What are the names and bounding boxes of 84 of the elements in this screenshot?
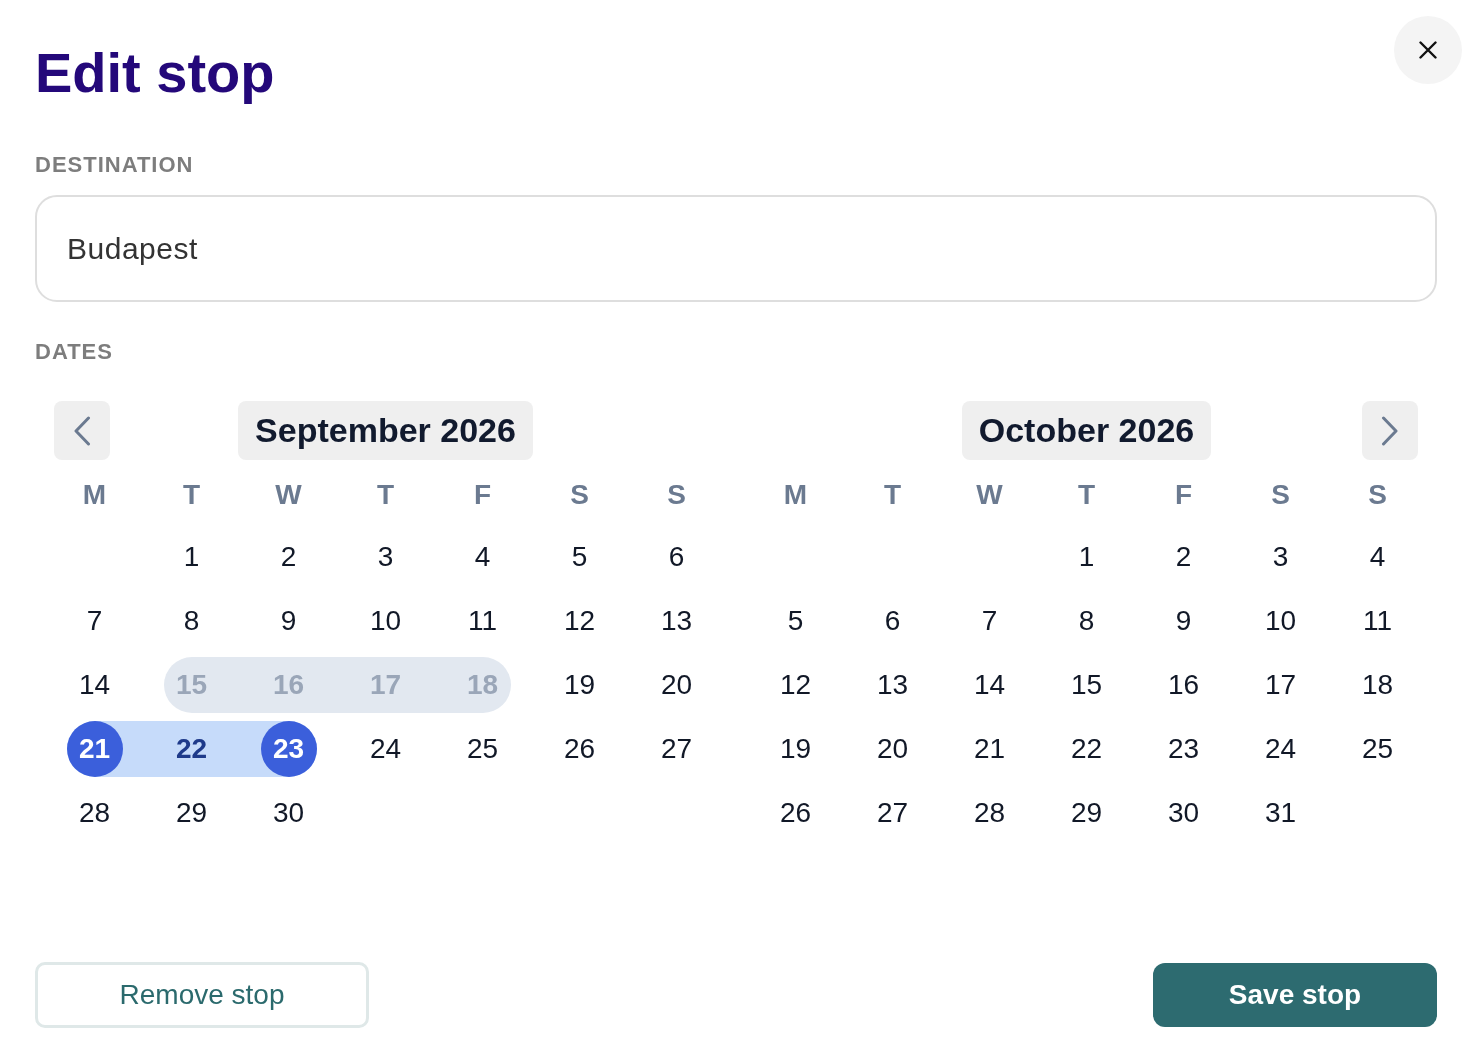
calendar-day[interactable]: 5 <box>767 593 824 649</box>
weekday-label: T <box>883 478 902 512</box>
calendar-day[interactable]: 9 <box>260 593 317 649</box>
calendar-day[interactable]: 5 <box>551 529 608 585</box>
month-title-button[interactable]: September 2026 <box>238 401 533 460</box>
calendar-day[interactable]: 21 <box>961 721 1018 777</box>
weekday-label: F <box>1174 478 1193 512</box>
calendar-day[interactable]: 11 <box>1349 593 1406 649</box>
calendar-day[interactable]: 2 <box>1155 529 1212 585</box>
calendar-day[interactable]: 30 <box>1155 785 1212 841</box>
calendar-day[interactable]: 27 <box>648 721 705 777</box>
previous-month-button[interactable] <box>54 401 110 460</box>
weekday-label: M <box>783 478 808 512</box>
weekday-label: T <box>182 478 201 512</box>
calendar-day[interactable]: 28 <box>66 785 123 841</box>
calendar-day[interactable]: 13 <box>648 593 705 649</box>
calendar-day[interactable]: 10 <box>1252 593 1309 649</box>
dialog-title: Edit stop <box>35 40 275 106</box>
calendar-day[interactable]: 18 <box>1349 657 1406 713</box>
calendar-day[interactable]: 4 <box>454 529 511 585</box>
calendar-day[interactable]: 10 <box>357 593 414 649</box>
calendar-day[interactable]: 30 <box>260 785 317 841</box>
calendar-day[interactable]: 16 <box>1155 657 1212 713</box>
calendar-day[interactable]: 20 <box>648 657 705 713</box>
calendar-day[interactable]: 8 <box>163 593 220 649</box>
weekday-label: S <box>667 478 686 512</box>
calendar-day[interactable]: 26 <box>551 721 608 777</box>
calendar-day[interactable]: 4 <box>1349 529 1406 585</box>
calendar-day[interactable]: 3 <box>357 529 414 585</box>
calendar-day[interactable]: 23 <box>240 721 317 777</box>
calendar-day[interactable]: 27 <box>864 785 921 841</box>
calendar-day[interactable]: 25 <box>1349 721 1406 777</box>
calendar-day[interactable]: 3 <box>1252 529 1309 585</box>
calendar-day[interactable]: 15 <box>1058 657 1115 713</box>
destination-field[interactable]: Budapest <box>35 195 1437 302</box>
weekday-label: M <box>82 478 107 512</box>
calendar-day[interactable]: 24 <box>357 721 414 777</box>
weekday-label: W <box>275 478 302 512</box>
calendar-day[interactable]: 1 <box>163 529 220 585</box>
calendar-day[interactable]: 31 <box>1252 785 1309 841</box>
chevron-left-icon <box>73 415 91 446</box>
calendar-day[interactable]: 29 <box>1058 785 1115 841</box>
weekday-label: T <box>1077 478 1096 512</box>
calendar-day[interactable]: 2 <box>260 529 317 585</box>
calendar-day[interactable]: 6 <box>864 593 921 649</box>
calendar-day[interactable]: 28 <box>961 785 1018 841</box>
calendar-day[interactable]: 22 <box>1058 721 1115 777</box>
calendar-day[interactable]: 24 <box>1252 721 1309 777</box>
weekday-label: W <box>976 478 1003 512</box>
calendar-day[interactable]: 22 <box>143 721 240 777</box>
calendar-day[interactable]: 26 <box>767 785 824 841</box>
save-stop-button[interactable]: Save stop <box>1153 963 1437 1027</box>
calendar-day[interactable]: 7 <box>961 593 1018 649</box>
calendar-day[interactable]: 19 <box>767 721 824 777</box>
calendar-day[interactable]: 20 <box>864 721 921 777</box>
field-label: DATES <box>35 339 113 365</box>
calendar-day[interactable]: 11 <box>454 593 511 649</box>
calendar-day[interactable]: 12 <box>551 593 608 649</box>
field-label: DESTINATION <box>35 152 194 178</box>
weekday-label: S <box>1271 478 1290 512</box>
calendar-day[interactable]: 14 <box>961 657 1018 713</box>
calendar-day[interactable]: 19 <box>551 657 608 713</box>
weekday-label: S <box>1368 478 1387 512</box>
calendar-day[interactable]: 7 <box>66 593 123 649</box>
calendar-day[interactable]: 21 <box>66 721 143 777</box>
calendar-day[interactable]: 1 <box>1058 529 1115 585</box>
chevron-right-icon <box>1381 415 1399 446</box>
calendar-day[interactable]: 12 <box>767 657 824 713</box>
calendar-day[interactable]: 9 <box>1155 593 1212 649</box>
weekday-label: F <box>473 478 492 512</box>
close-icon <box>1419 41 1437 59</box>
month-title-button[interactable]: October 2026 <box>961 401 1212 460</box>
calendar-day[interactable]: 29 <box>163 785 220 841</box>
calendar-day[interactable]: 23 <box>1155 721 1212 777</box>
calendar-day[interactable]: 14 <box>66 657 123 713</box>
calendar-day[interactable]: 13 <box>864 657 921 713</box>
weekday-label: T <box>376 478 395 512</box>
weekday-label: S <box>570 478 589 512</box>
calendar-day[interactable]: 17 <box>1252 657 1309 713</box>
calendar-day[interactable]: 6 <box>648 529 705 585</box>
calendar-day[interactable]: 25 <box>454 721 511 777</box>
remove-stop-button[interactable]: Remove stop <box>35 962 369 1028</box>
calendar-day[interactable]: 8 <box>1058 593 1115 649</box>
next-month-button[interactable] <box>1362 401 1418 460</box>
